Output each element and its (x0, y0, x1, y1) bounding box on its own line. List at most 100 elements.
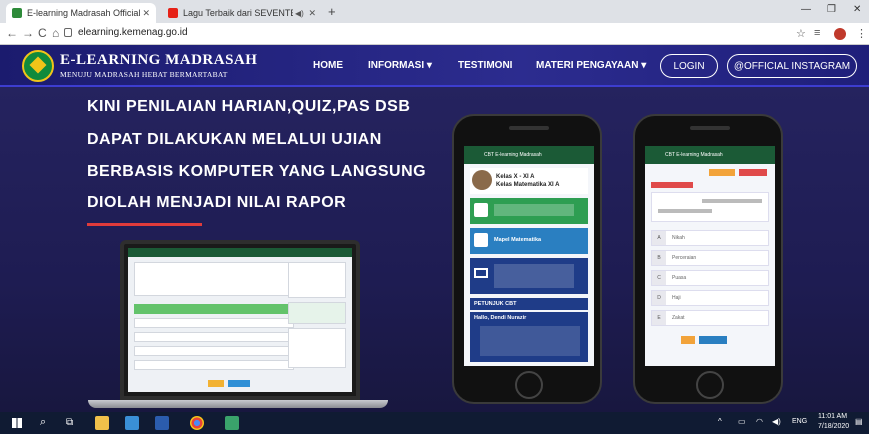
close-icon[interactable]: ✕ (142, 8, 150, 19)
option-letter: E (652, 311, 666, 325)
nav-materi-pengayaan[interactable]: MATERI PENGAYAAN ▾ (536, 60, 646, 71)
question-number-badge (651, 182, 693, 188)
calendar-icon (474, 203, 488, 217)
forward-button[interactable]: → (22, 26, 34, 40)
option-row (134, 318, 294, 328)
chrome-icon[interactable] (190, 416, 204, 430)
menu-kebab-icon[interactable]: ⋮ (856, 27, 867, 40)
avatar (472, 170, 492, 190)
audio-icon[interactable]: ◀) (295, 9, 304, 18)
phone-mockup-question: CBT E-learning Madrasah A Nikah B Percer… (633, 114, 783, 404)
hero-line-1: KINI PENILAIAN HARIAN,QUIZ,PAS DSB (87, 98, 411, 115)
login-button[interactable]: LOGIN (660, 54, 718, 78)
close-icon[interactable]: ✕ (308, 8, 316, 19)
laptop-screen-content (128, 248, 352, 392)
question-text (658, 209, 712, 213)
tab-youtube[interactable]: Lagu Terbaik dari SEVENTEE ◀) ✕ (162, 3, 322, 23)
instagram-button[interactable]: @OFFICIAL INSTAGRAM (727, 54, 857, 78)
question-arabic (702, 199, 762, 203)
volume-icon[interactable]: ◀) (772, 417, 781, 426)
window-close-button[interactable]: ✕ (853, 4, 861, 15)
button-orange (709, 169, 735, 176)
youtube-favicon-icon (168, 8, 178, 18)
store-icon[interactable] (125, 416, 139, 430)
minimize-button[interactable]: — (801, 4, 811, 15)
answer-option-d[interactable]: D Haji (651, 290, 769, 306)
phone-speaker (690, 126, 730, 130)
subject-card: Mapel Matematika (470, 228, 588, 254)
phone-home-button (696, 371, 724, 399)
network-icon[interactable]: ▭ (738, 417, 746, 426)
language-indicator[interactable]: ENG (792, 418, 807, 425)
class-name: Kelas X - XI A (496, 174, 535, 180)
instructions-list (480, 326, 580, 356)
option-text: Haji (672, 295, 681, 301)
selected-option (134, 304, 294, 314)
back-button[interactable]: ← (6, 26, 18, 40)
photos-icon[interactable] (225, 416, 239, 430)
windows-start-icon[interactable] (12, 418, 22, 428)
option-text: Puasa (672, 275, 687, 281)
option-row (134, 346, 294, 356)
profile-avatar[interactable] (834, 28, 846, 40)
tab-elearning[interactable]: E-learning Madrasah Official ✕ (6, 3, 156, 23)
app-header: CBT E-learning Madrasah (645, 146, 775, 164)
clock-date[interactable]: 7/18/2020 (818, 423, 849, 430)
instructions-body: Hallo, Dendi Nurazir (470, 312, 588, 362)
schedule-card (470, 198, 588, 224)
address-bar: ← → C ⌂ elearning.kemenag.go.id ☆ ≡ ⋮ (0, 23, 869, 45)
instagram-label: @OFFICIAL INSTAGRAM (733, 60, 851, 72)
reading-list-icon[interactable]: ≡ (814, 27, 820, 39)
timer-panel (288, 302, 346, 324)
answer-option-c[interactable]: C Puasa (651, 270, 769, 286)
option-letter: B (652, 251, 666, 265)
next-button[interactable] (699, 336, 727, 344)
site-tagline: MENUJU MADRASAH HEBAT BERMARTABAT (60, 70, 228, 79)
instructions-title: PETUNJUK CBT (474, 301, 517, 307)
lock-icon[interactable] (64, 28, 72, 37)
exam-info-card (470, 258, 588, 294)
accent-divider (87, 223, 202, 226)
question-box (651, 192, 769, 222)
reload-button[interactable]: C (38, 26, 47, 40)
toolbar-row (651, 168, 769, 178)
clock-time[interactable]: 11:01 AM (818, 413, 847, 420)
nav-testimoni[interactable]: TESTIMONI (458, 60, 512, 71)
nav-informasi[interactable]: INFORMASI ▾ (368, 60, 432, 71)
windows-taskbar: ⌕ ⧉ ^ ▭ ◠ ◀) ENG 11:01 AM 7/18/2020 ▤ (0, 412, 869, 434)
hero-line-4: DIOLAH MENJADI NILAI RAPOR (87, 194, 347, 211)
prev-button[interactable] (681, 336, 695, 344)
url-field[interactable]: elearning.kemenag.go.id (78, 27, 188, 38)
search-icon[interactable]: ⌕ (40, 416, 46, 429)
answer-option-b[interactable]: B Perceraian (651, 250, 769, 266)
phone-speaker (509, 126, 549, 130)
student-card: Kelas X - XI A Kelas Matematika XI A (470, 168, 588, 194)
answer-option-a[interactable]: A Nikah (651, 230, 769, 246)
option-letter: C (652, 271, 666, 285)
hero-line-3: BERBASIS KOMPUTER YANG LANGSUNG (87, 163, 427, 180)
laptop-mockup (120, 240, 360, 400)
option-row (134, 360, 294, 370)
answer-option-e[interactable]: E Zakat (651, 310, 769, 326)
task-view-icon[interactable]: ⧉ (66, 417, 73, 428)
option-letter: A (652, 231, 666, 245)
bookmark-star-icon[interactable]: ☆ (796, 27, 806, 40)
maximize-button[interactable]: ❐ (827, 4, 836, 15)
hero-line-2: DAPAT DILAKUKAN MELALUI UJIAN (87, 131, 382, 148)
monitor-icon (474, 268, 488, 278)
notification-icon[interactable]: ▤ (855, 417, 863, 426)
exam-info-text (494, 264, 574, 288)
phone-screen: CBT E-learning Madrasah Kelas X - XI A K… (464, 146, 594, 366)
home-button[interactable]: ⌂ (52, 26, 59, 40)
word-icon[interactable] (155, 416, 169, 430)
kemenag-logo[interactable] (22, 50, 54, 82)
file-explorer-icon[interactable] (95, 416, 109, 430)
site-brand[interactable]: E-LEARNING MADRASAH (60, 52, 257, 69)
phone-screen: CBT E-learning Madrasah A Nikah B Percer… (645, 146, 775, 366)
madrasah-favicon-icon (12, 8, 22, 18)
wifi-icon[interactable]: ◠ (756, 417, 763, 426)
tray-chevron-icon[interactable]: ^ (718, 417, 722, 426)
nav-home[interactable]: HOME (313, 60, 343, 71)
site-navbar: E-LEARNING MADRASAH MENUJU MADRASAH HEBA… (0, 45, 869, 87)
new-tab-button[interactable]: + (328, 4, 336, 19)
